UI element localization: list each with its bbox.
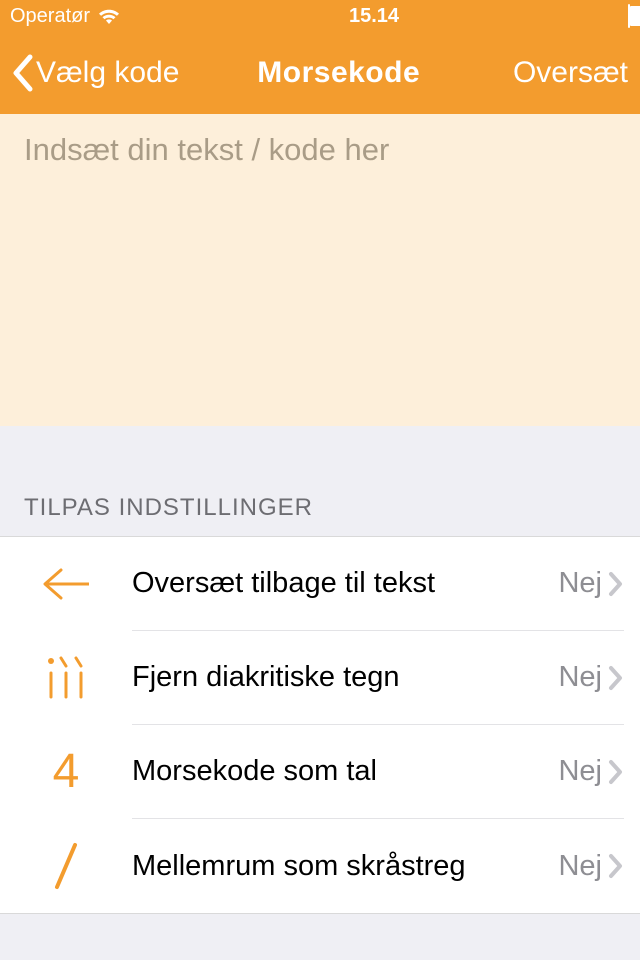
arrow-back-icon bbox=[0, 564, 132, 604]
chevron-right-icon bbox=[608, 759, 624, 785]
chevron-left-icon bbox=[12, 54, 36, 92]
setting-row-remove-diacritics[interactable]: Fjern diakritiske tegn Nej bbox=[0, 631, 640, 725]
setting-value: Nej bbox=[558, 567, 602, 600]
slash-icon bbox=[0, 841, 132, 891]
back-button[interactable]: Vælg kode bbox=[12, 54, 179, 92]
setting-label: Morsekode som tal bbox=[132, 755, 558, 788]
setting-row-translate-back[interactable]: Oversæt tilbage til tekst Nej bbox=[0, 537, 640, 631]
diacritics-icon bbox=[0, 655, 132, 701]
text-input-area[interactable]: Indsæt din tekst / kode her bbox=[0, 114, 640, 426]
time-label: 15.14 bbox=[349, 5, 399, 28]
setting-value: Nej bbox=[558, 850, 602, 883]
status-right bbox=[628, 5, 630, 28]
status-bar: Operatør 15.14 bbox=[0, 0, 640, 32]
carrier-label: Operatør bbox=[10, 5, 90, 28]
wifi-icon bbox=[98, 8, 120, 24]
setting-value: Nej bbox=[558, 661, 602, 694]
setting-row-space-as-slash[interactable]: Mellemrum som skråstreg Nej bbox=[0, 819, 640, 913]
nav-bar: Vælg kode Morsekode Oversæt bbox=[0, 32, 640, 114]
setting-label: Oversæt tilbage til tekst bbox=[132, 567, 558, 600]
input-placeholder: Indsæt din tekst / kode her bbox=[24, 132, 616, 168]
page-title: Morsekode bbox=[257, 56, 420, 90]
setting-value: Nej bbox=[558, 755, 602, 788]
battery-icon bbox=[628, 5, 630, 28]
setting-row-morse-as-number[interactable]: 4 Morsekode som tal Nej bbox=[0, 725, 640, 819]
chevron-right-icon bbox=[608, 571, 624, 597]
translate-button[interactable]: Oversæt bbox=[498, 56, 628, 90]
number-four-icon: 4 bbox=[0, 748, 132, 796]
status-left: Operatør bbox=[10, 5, 120, 28]
section-gap: TILPAS INDSTILLINGER bbox=[0, 426, 640, 536]
setting-label: Mellemrum som skråstreg bbox=[132, 850, 558, 883]
chevron-right-icon bbox=[608, 853, 624, 879]
chevron-right-icon bbox=[608, 665, 624, 691]
back-label: Vælg kode bbox=[36, 56, 179, 90]
setting-label: Fjern diakritiske tegn bbox=[132, 661, 558, 694]
footer-area bbox=[0, 914, 640, 960]
section-header: TILPAS INDSTILLINGER bbox=[0, 494, 337, 536]
settings-list: Oversæt tilbage til tekst Nej bbox=[0, 536, 640, 914]
